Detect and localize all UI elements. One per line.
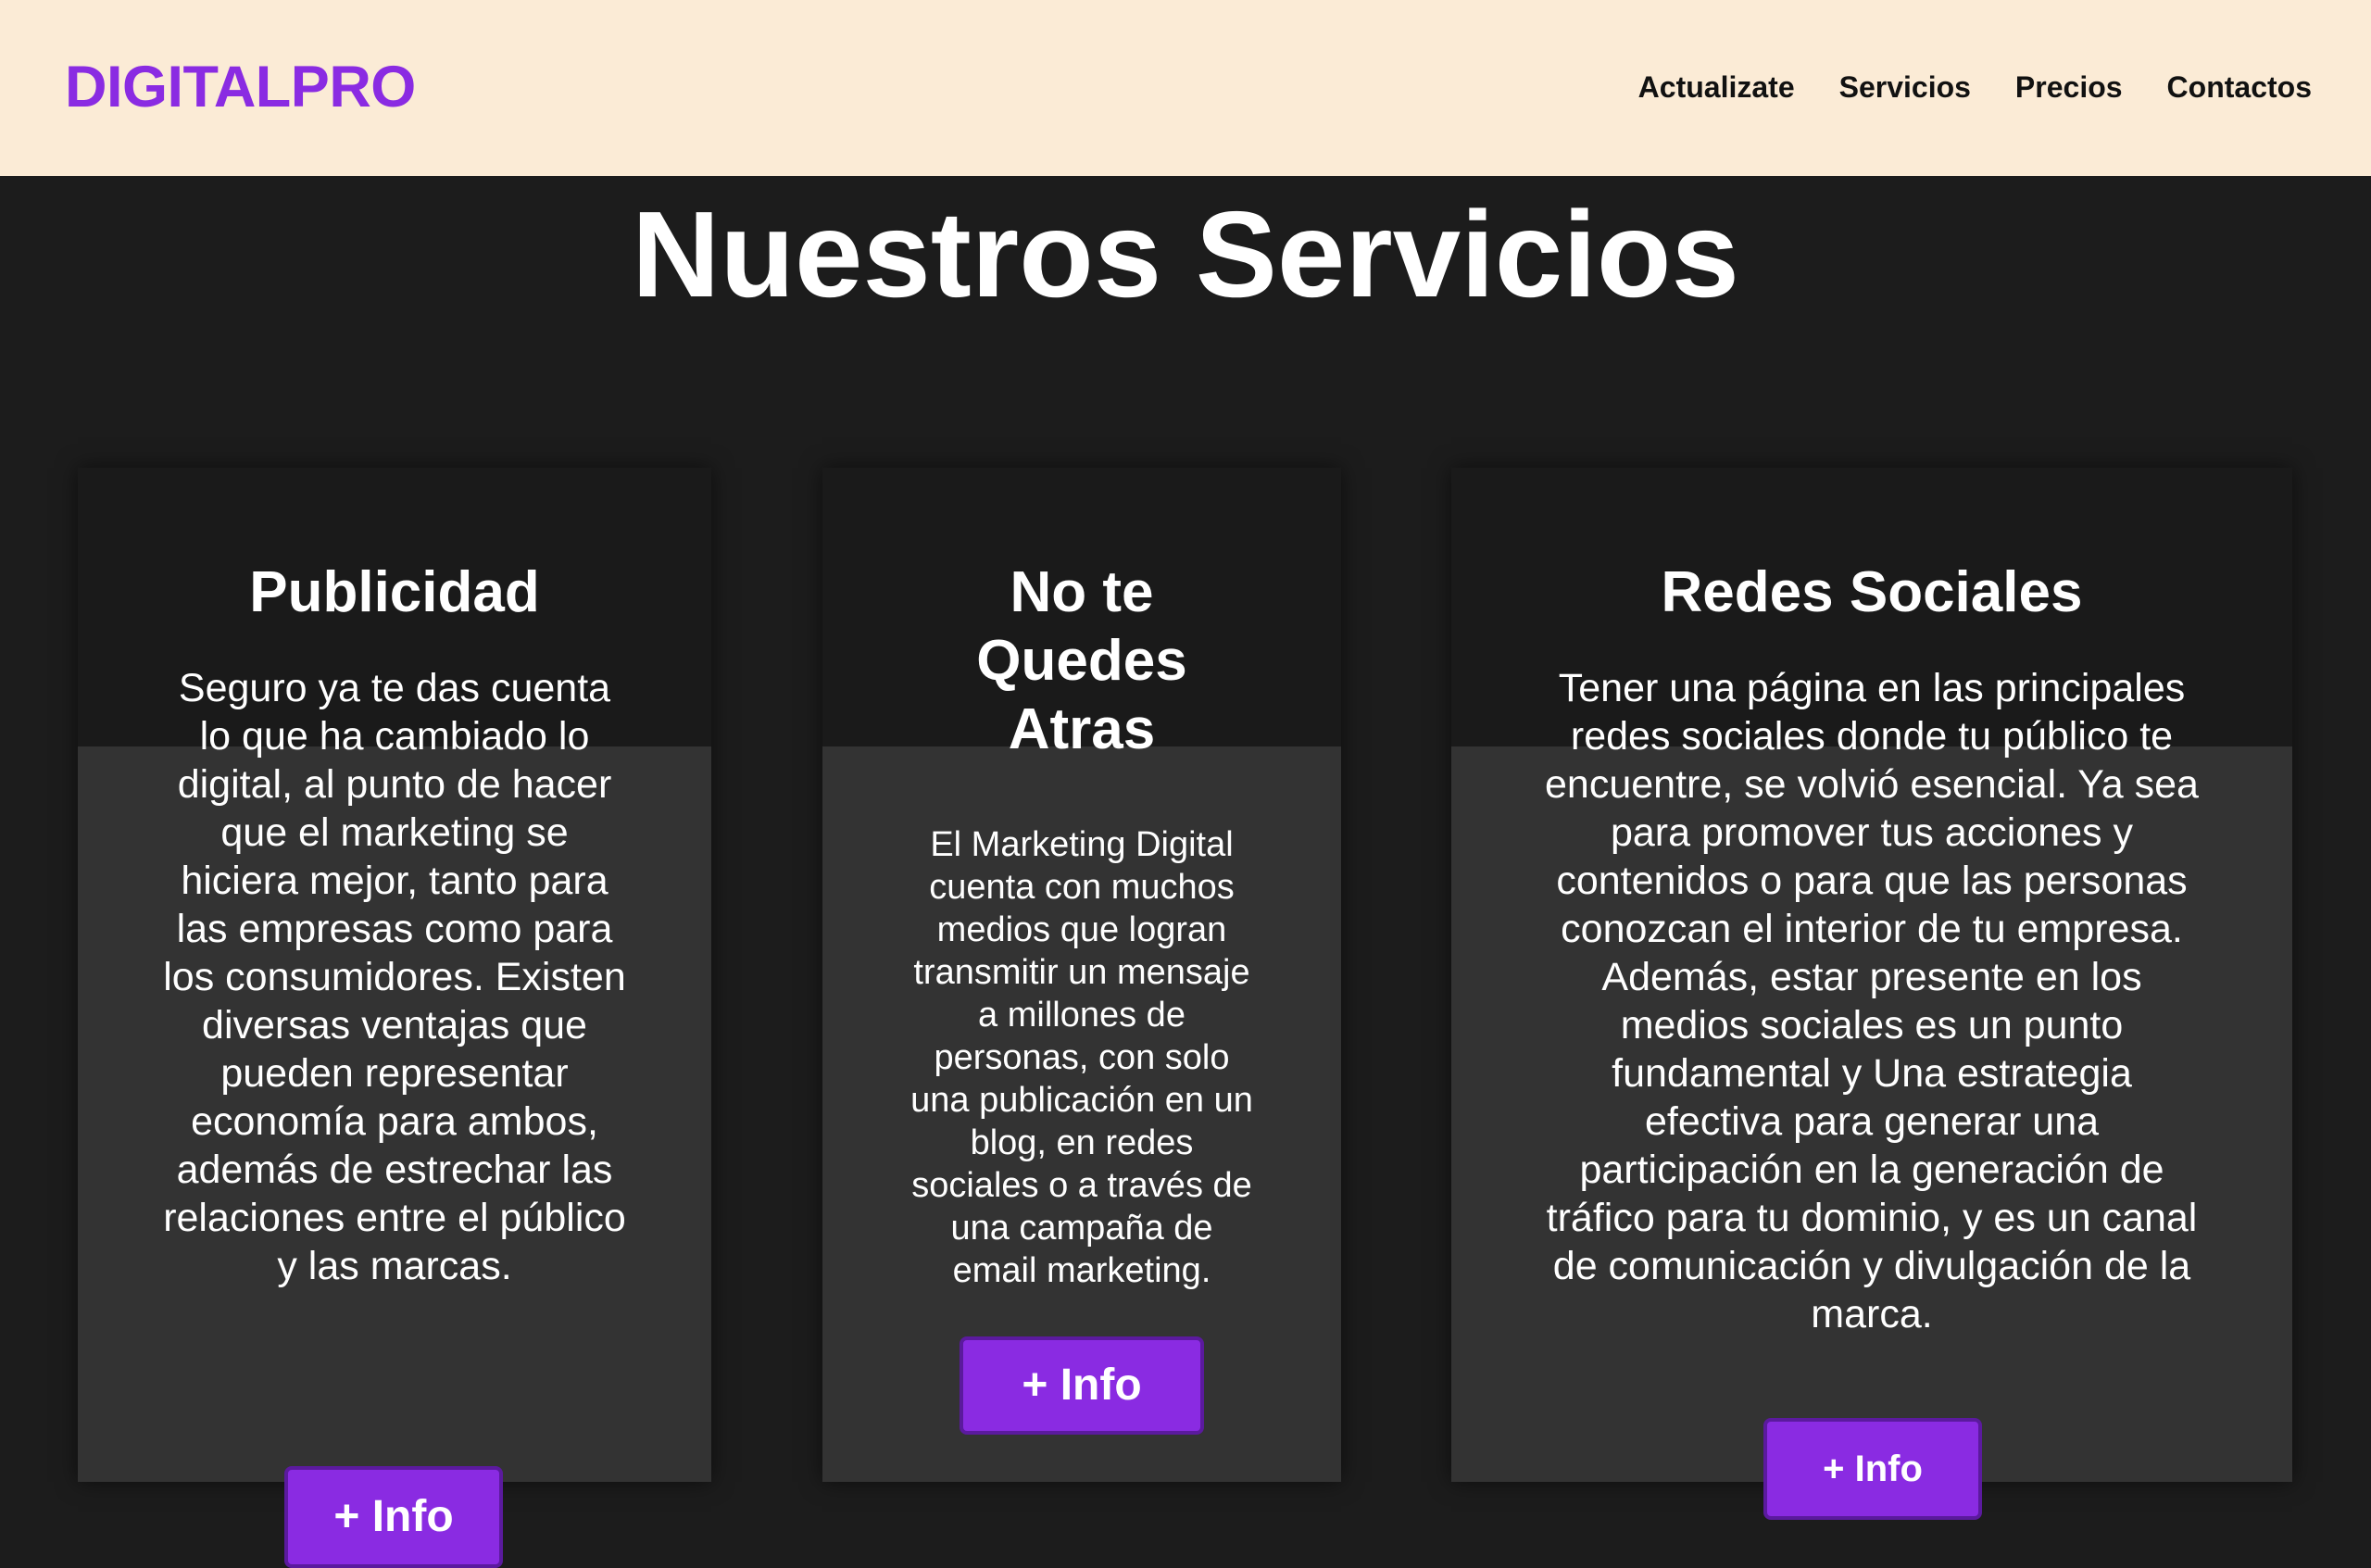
service-card-redes-sociales: Redes Sociales Tener una página en las p… [1451, 468, 2292, 1520]
logo[interactable]: DIGITALPRO [65, 54, 416, 120]
card-description: Seguro ya te das cuenta lo que ha cambia… [163, 666, 626, 1288]
info-button-no-te-quedes-atras[interactable]: + Info [960, 1336, 1204, 1435]
service-card-no-te-quedes-atras: No te Quedes Atras El Marketing Digital … [822, 468, 1341, 1482]
main-nav: Actualizate Servicios Precios Contactos [1638, 65, 2312, 109]
page-title: Nuestros Servicios [632, 186, 1739, 322]
info-button-redes-sociales[interactable]: + Info [1763, 1418, 1982, 1520]
card-title: Redes Sociales [1661, 560, 2083, 624]
card-content: Publicidad Seguro ya te das cuenta lo qu… [78, 468, 711, 1290]
nav-link-contactos[interactable]: Contactos [2167, 65, 2312, 109]
site-header: DIGITALPRO Actualizate Servicios Precios… [0, 0, 2371, 176]
nav-link-actualizate[interactable]: Actualizate [1638, 65, 1795, 109]
card-content: No te Quedes Atras El Marketing Digital … [822, 468, 1341, 1292]
card-content: Redes Sociales Tener una página en las p… [1451, 468, 2292, 1338]
nav-link-precios[interactable]: Precios [2015, 65, 2123, 109]
card-description: El Marketing Digital cuenta con muchos m… [910, 825, 1253, 1290]
service-card-publicidad: Publicidad Seguro ya te das cuenta lo qu… [78, 468, 711, 1568]
card-title: Publicidad [249, 560, 540, 624]
card-description: Tener una página en las principales rede… [1545, 666, 2199, 1336]
card-title: No te Quedes Atras [976, 560, 1187, 761]
nav-link-servicios[interactable]: Servicios [1839, 65, 1971, 109]
